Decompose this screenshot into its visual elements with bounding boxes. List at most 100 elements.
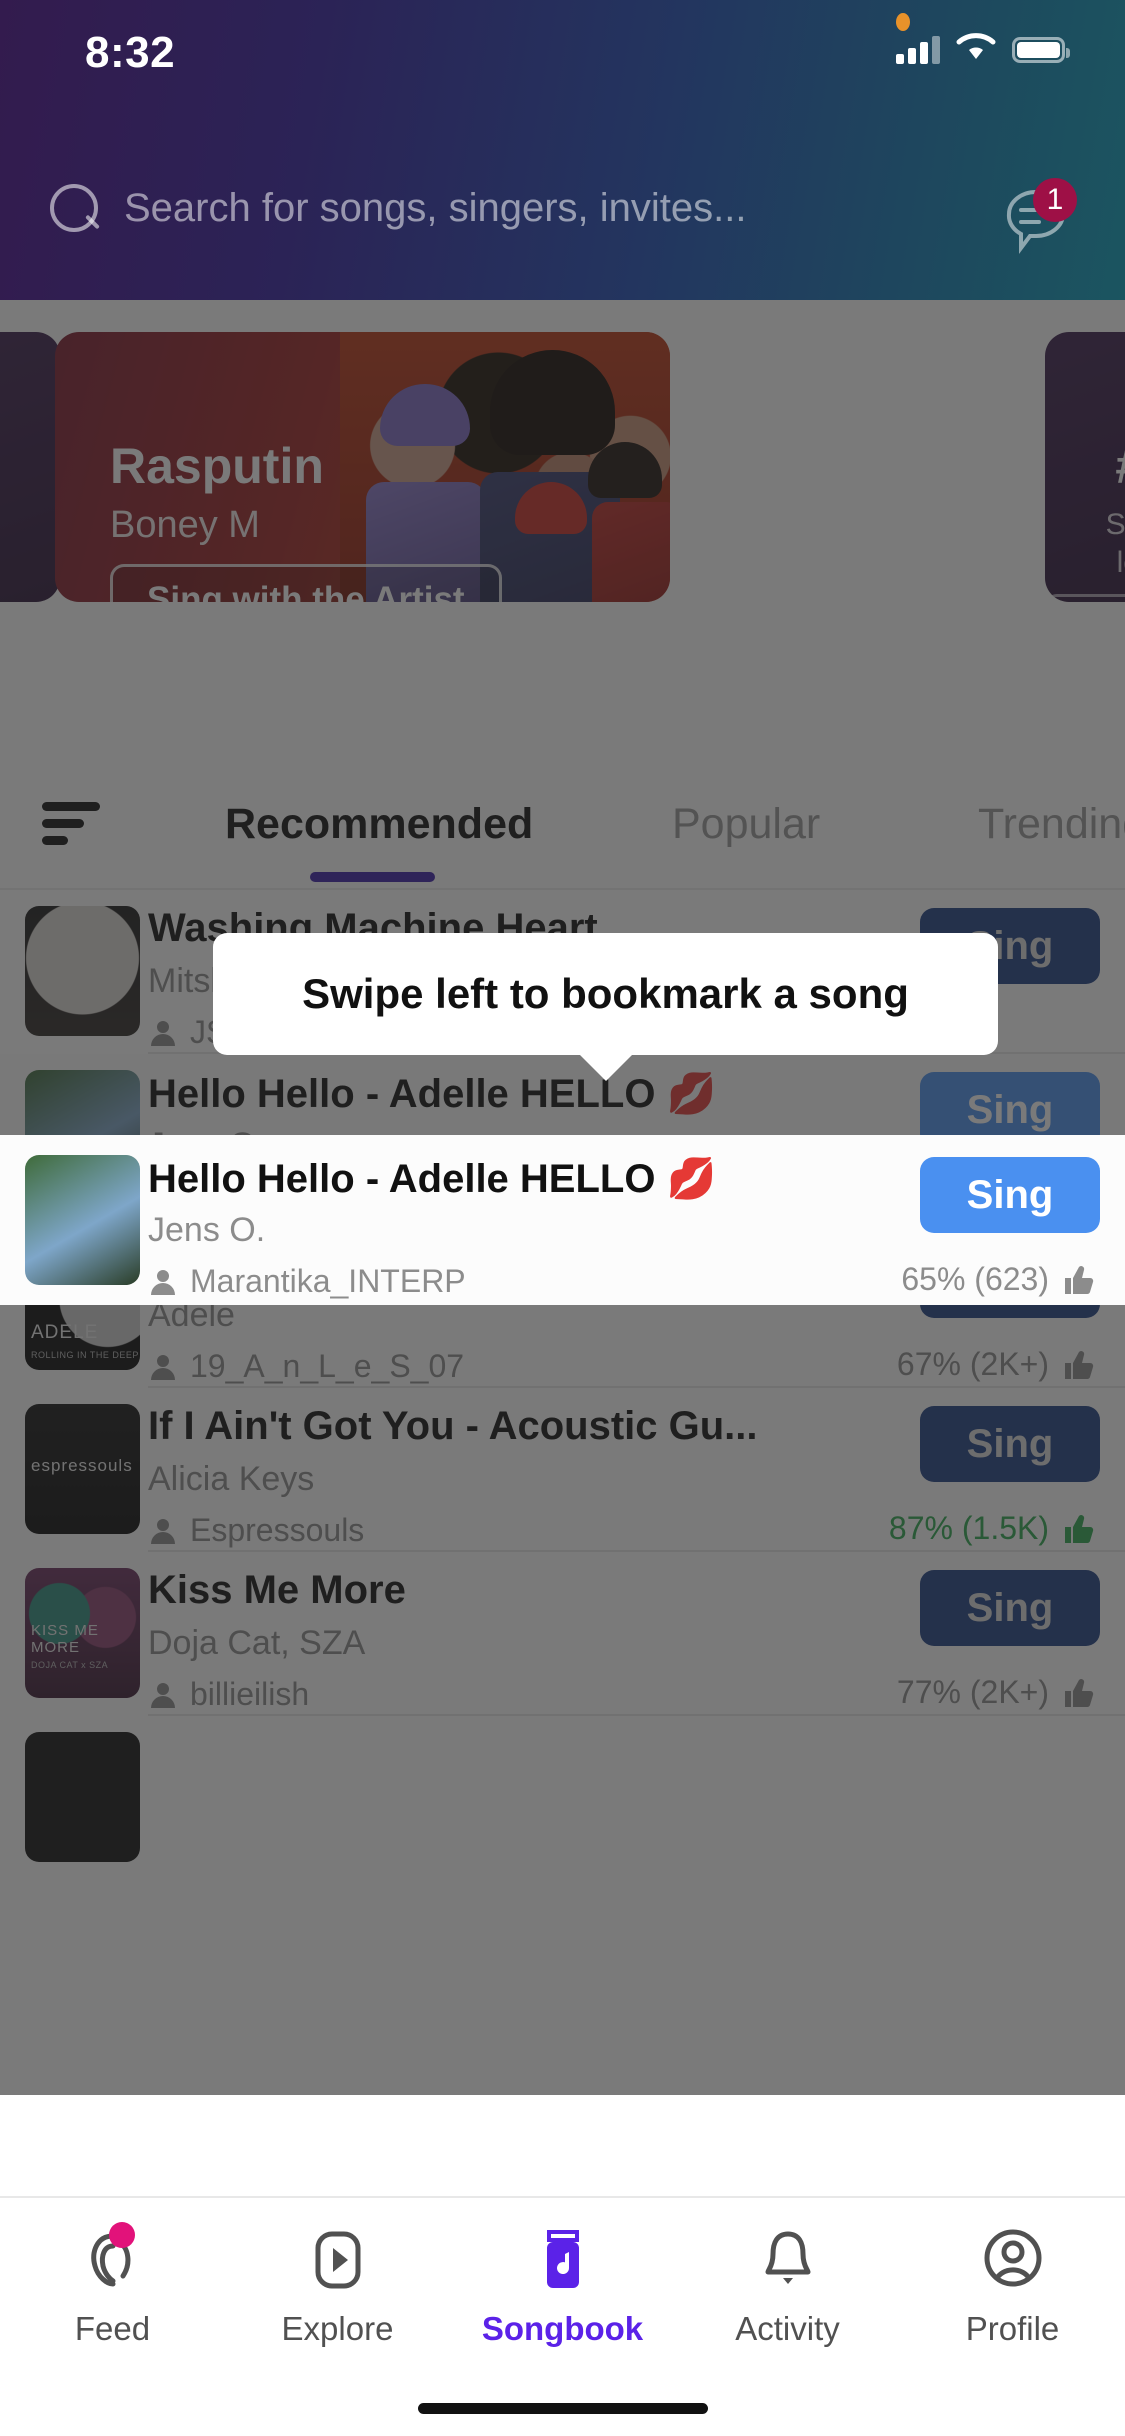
album-art-label: ADELE (31, 1322, 99, 1343)
carousel-card-previous[interactable] (0, 332, 60, 602)
search-placeholder: Search for songs, singers, invites... (124, 185, 747, 230)
album-art-sublabel: DOJA CAT x SZA (31, 1660, 109, 1670)
song-user[interactable]: 19_A_n_L_e_S_07 (148, 1348, 464, 1385)
promo-carousel[interactable]: Rasputin Boney M Sing with the Artist #1… (0, 300, 1125, 660)
thumbs-up-icon (1065, 1265, 1094, 1294)
nav-item-profile[interactable]: Profile (900, 2224, 1125, 2348)
song-rating: 67% (2K+) (896, 1346, 1049, 1382)
person-icon (151, 1269, 175, 1295)
status-bar-icons (896, 32, 1070, 67)
artist-photo (340, 332, 670, 602)
song-rating: 77% (2K+) (896, 1674, 1049, 1710)
tab-active-underline (310, 872, 435, 882)
nav-label-activity: Activity (735, 2310, 840, 2347)
song-artist: Doja Cat, SZA (148, 1624, 366, 1662)
status-bar-time: 8:32 (85, 28, 176, 77)
song-artist: Jens O. (148, 1211, 266, 1249)
sing-with-artist-button[interactable]: Sing with the Artist (110, 564, 502, 602)
song-username: billieilish (190, 1676, 310, 1712)
carousel-next-button[interactable] (1045, 594, 1125, 660)
carousel-artist-name: Boney M (110, 504, 260, 546)
sort-filter-icon[interactable] (42, 802, 102, 846)
home-indicator (417, 2403, 708, 2414)
album-art-label: KISS ME MORE (31, 1622, 99, 1656)
app-header: 8:32 Search for songs, singers, invites.… (0, 0, 1125, 300)
album-art: espressouls (25, 1404, 140, 1534)
table-row[interactable]: Hello Hello - Adelle HELLO 💋 Jens O. Mar… (0, 1135, 1125, 1305)
search-icon (48, 182, 100, 234)
tab-recommended[interactable]: Recommended (225, 800, 533, 849)
nav-label-profile: Profile (965, 2310, 1060, 2347)
messages-badge: 1 (1033, 178, 1077, 222)
song-title: Hello Hello - Adelle HELLO 💋 (148, 1157, 717, 1201)
person-icon (151, 1354, 175, 1380)
song-rating: 87% (1.5K) (888, 1510, 1049, 1546)
person-circle-icon (977, 2224, 1049, 2296)
person-icon (151, 1518, 175, 1544)
tab-popular[interactable]: Popular (672, 800, 820, 849)
songbook-music-icon (527, 2224, 599, 2296)
song-user[interactable]: Marantika_INTERP (148, 1263, 466, 1300)
nav-item-activity[interactable]: Activity (675, 2224, 900, 2348)
album-art-label: espressouls (31, 1456, 133, 1475)
nav-label-songbook: Songbook (481, 2310, 644, 2347)
nav-item-feed[interactable]: Feed (0, 2222, 225, 2348)
thumbs-up-icon (1065, 1350, 1094, 1379)
coachmark-tooltip[interactable]: Swipe left to bookmark a song (213, 933, 998, 1081)
song-username: Marantika_INTERP (190, 1263, 466, 1299)
song-stats: 77% (2K+) (897, 1674, 1095, 1711)
song-title: Kiss Me More (148, 1568, 406, 1612)
tab-trending[interactable]: Trending (978, 800, 1125, 849)
sing-button[interactable]: Sing (920, 1157, 1100, 1233)
nav-label-explore: Explore (281, 2310, 394, 2347)
carousel-card-active[interactable]: Rasputin Boney M Sing with the Artist (55, 332, 670, 602)
thumbs-up-icon (1065, 1678, 1094, 1707)
wifi-icon (956, 32, 996, 67)
song-rating: 65% (623) (901, 1261, 1049, 1297)
carousel-next-title: #1 (1115, 437, 1125, 495)
search-input[interactable]: Search for songs, singers, invites... (48, 182, 928, 234)
person-icon (151, 1020, 175, 1046)
bell-icon (752, 2224, 824, 2296)
play-square-icon (302, 2224, 374, 2296)
song-artist: Alicia Keys (148, 1460, 315, 1498)
thumbs-up-icon (1065, 1514, 1094, 1543)
nav-item-explore[interactable]: Explore (225, 2224, 450, 2348)
bottom-navigation: Feed Explore Songbook Activity Profile (0, 2196, 1125, 2436)
table-row[interactable] (0, 1716, 1125, 1880)
carousel-next-line2: lov (1116, 546, 1125, 579)
song-user[interactable]: Espressouls (148, 1512, 364, 1549)
carousel-card-next[interactable]: #1 Sin lov (1045, 332, 1125, 660)
album-art (25, 1732, 140, 1862)
sing-button[interactable]: Sing (920, 1406, 1100, 1482)
song-stats: 65% (623) (901, 1261, 1095, 1298)
orange-recording-indicator-icon (896, 13, 910, 31)
feed-badge-dot (108, 2222, 135, 2248)
carousel-next-line1: Sin (1105, 508, 1125, 541)
carousel-song-title: Rasputin (110, 438, 324, 494)
nav-item-songbook[interactable]: Songbook (450, 2224, 675, 2348)
cellular-signal-icon (896, 35, 940, 64)
category-tabs: Recommended Popular Trending (0, 760, 1125, 890)
song-username: 19_A_n_L_e_S_07 (190, 1348, 465, 1384)
feed-icon (77, 2222, 149, 2296)
battery-icon (1012, 36, 1070, 63)
table-row[interactable]: espressouls If I Ain't Got You - Acousti… (0, 1388, 1125, 1552)
album-art (25, 1155, 140, 1285)
song-username: Espressouls (190, 1512, 365, 1548)
status-bar: 8:32 (0, 0, 1125, 100)
album-art (25, 906, 140, 1036)
sing-button[interactable]: Sing (920, 1570, 1100, 1646)
table-row[interactable]: KISS ME MORE DOJA CAT x SZA Kiss Me More… (0, 1552, 1125, 1716)
song-stats: 67% (2K+) (897, 1346, 1095, 1383)
messages-button[interactable]: 1 (999, 178, 1077, 258)
song-user[interactable]: billieilish (148, 1676, 309, 1713)
app-screen: 8:32 Search for songs, singers, invites.… (0, 0, 1125, 2436)
nav-label-feed: Feed (74, 2310, 151, 2347)
person-icon (151, 1682, 175, 1708)
song-stats: 87% (1.5K) (889, 1510, 1095, 1547)
album-art-sublabel: ROLLING IN THE DEEP (31, 1350, 139, 1360)
search-row: Search for songs, singers, invites... 1 (0, 178, 1125, 268)
spotlight-row[interactable]: Hello Hello - Adelle HELLO 💋 Jens O. Mar… (0, 1135, 1125, 1305)
song-title: If I Ain't Got You - Acoustic Gu... (148, 1404, 758, 1448)
